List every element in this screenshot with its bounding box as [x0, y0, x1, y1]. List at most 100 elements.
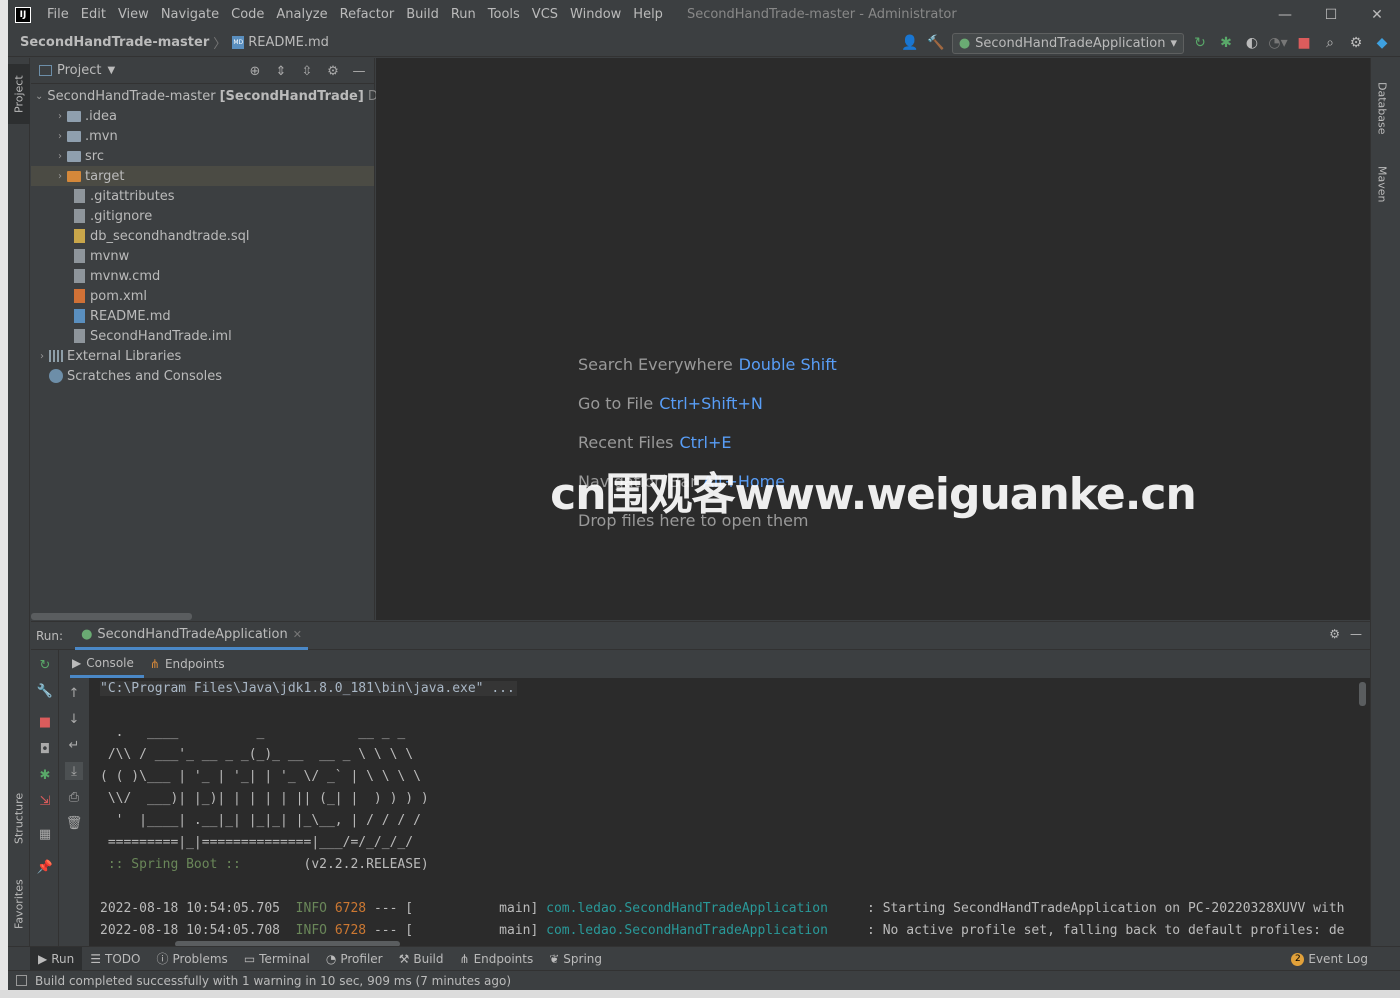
tree-folder-target[interactable]: › target — [31, 166, 374, 186]
close-icon[interactable]: ✕ — [293, 628, 302, 641]
pin-icon[interactable]: 📌 — [36, 858, 54, 876]
toolbox-icon[interactable]: ◆ — [1372, 33, 1392, 53]
settings-gear-icon[interactable]: ⚙ — [1329, 627, 1340, 641]
debug-icon[interactable]: ✱ — [36, 766, 54, 784]
arrow-down-icon[interactable]: ↓ — [65, 710, 83, 728]
build-hammer-icon[interactable]: 🔨 — [926, 33, 946, 53]
tree-file[interactable]: db_secondhandtrade.sql — [31, 226, 374, 246]
locate-icon[interactable]: ⊕ — [246, 62, 264, 80]
tree-file[interactable]: .gitignore — [31, 206, 374, 226]
menu-vcs[interactable]: VCS — [526, 0, 564, 29]
project-tool-tab[interactable]: Project — [8, 64, 30, 124]
camera-icon[interactable]: ◘ — [36, 740, 54, 758]
stop-icon[interactable]: ■ — [36, 713, 54, 731]
console-output[interactable]: "C:\Program Files\Java\jdk1.8.0_181\bin\… — [89, 678, 1370, 947]
arrow-up-icon[interactable]: ↑ — [65, 684, 83, 702]
menu-file[interactable]: File — [41, 0, 75, 29]
expand-all-icon[interactable]: ⇕ — [272, 62, 290, 80]
tree-folder-mvn[interactable]: › .mvn — [31, 126, 374, 146]
hide-panel-icon[interactable]: — — [1350, 627, 1362, 641]
exit-icon[interactable]: ⇲ — [36, 792, 54, 810]
menu-tools[interactable]: Tools — [482, 0, 526, 29]
menu-window[interactable]: Window — [564, 0, 627, 29]
chevron-right-icon[interactable]: › — [53, 171, 67, 182]
layout-icon[interactable]: ▦ — [36, 825, 54, 843]
breadcrumb-project[interactable]: SecondHandTrade-master — [20, 35, 209, 50]
menu-help[interactable]: Help — [627, 0, 669, 29]
structure-tool-tab[interactable]: Structure — [8, 778, 30, 858]
close-window-button[interactable]: ✕ — [1354, 0, 1400, 29]
minimize-button[interactable]: — — [1262, 0, 1308, 29]
tree-file[interactable]: .gitattributes — [31, 186, 374, 206]
tree-folder-src[interactable]: › src — [31, 146, 374, 166]
search-icon[interactable]: ⌕ — [1320, 33, 1340, 53]
rerun-icon[interactable]: ↻ — [1190, 33, 1210, 53]
chevron-right-icon[interactable]: › — [53, 111, 67, 122]
tab-console[interactable]: ▶ Console — [70, 650, 144, 678]
scratches-icon — [49, 369, 63, 383]
toolwindow-event-log[interactable]: 2 Event Log — [1291, 947, 1368, 971]
status-message[interactable]: Build completed successfully with 1 warn… — [35, 974, 511, 988]
tree-file[interactable]: pom.xml — [31, 286, 374, 306]
hide-panel-icon[interactable]: — — [350, 62, 368, 80]
tree-file[interactable]: mvnw.cmd — [31, 266, 374, 286]
toolwindow-spring[interactable]: ❦ Spring — [541, 947, 610, 971]
run-config-tab[interactable]: ● SecondHandTradeApplication ✕ — [75, 622, 308, 650]
menu-run[interactable]: Run — [445, 0, 482, 29]
menu-analyze[interactable]: Analyze — [270, 0, 333, 29]
tree-external-libraries[interactable]: › External Libraries — [31, 346, 374, 366]
tree-scratches[interactable]: Scratches and Consoles — [31, 366, 374, 386]
maximize-button[interactable]: ☐ — [1308, 0, 1354, 29]
profile-icon[interactable]: ◔▾ — [1268, 33, 1288, 53]
tree-file[interactable]: mvnw — [31, 246, 374, 266]
tab-endpoints[interactable]: ⋔ Endpoints — [148, 650, 235, 678]
chevron-down-icon[interactable]: ▼ — [107, 65, 115, 76]
run-configuration-select[interactable]: ● SecondHandTradeApplication ▾ — [951, 32, 1184, 54]
trash-icon[interactable]: 🗑 — [65, 814, 83, 832]
maven-tool-tab[interactable]: Maven — [1371, 154, 1393, 214]
print-icon[interactable]: ⎙ — [65, 788, 83, 806]
settings-gear-icon[interactable]: ⚙ — [324, 62, 342, 80]
tree-file[interactable]: README.md — [31, 306, 374, 326]
toolwindow-todo[interactable]: ☰ TODO — [82, 947, 148, 971]
chevron-right-icon[interactable]: › — [53, 131, 67, 142]
menu-build[interactable]: Build — [400, 0, 445, 29]
toolwindow-endpoints[interactable]: ⋔ Endpoints — [452, 947, 542, 971]
chevron-right-icon[interactable]: › — [53, 151, 67, 162]
project-view-title[interactable]: Project — [57, 63, 101, 78]
editor-empty-area[interactable]: Search Everywhere Double Shift Go to File… — [376, 58, 1370, 620]
rerun-icon[interactable]: ↻ — [36, 656, 54, 674]
vcs-user-icon[interactable]: 👤 — [900, 33, 920, 53]
run-configuration-label: SecondHandTradeApplication — [975, 35, 1166, 51]
scroll-to-end-icon[interactable]: ⤓ — [65, 762, 83, 780]
maven-file-icon — [74, 289, 85, 303]
toolwindow-problems[interactable]: ⓘ Problems — [148, 947, 235, 971]
breadcrumb-file[interactable]: README.md — [248, 35, 329, 50]
tree-root[interactable]: ⌄ SecondHandTrade-master [SecondHandTrad… — [31, 86, 387, 106]
toolwindow-terminal[interactable]: ▭ Terminal — [236, 947, 318, 971]
menu-navigate[interactable]: Navigate — [155, 0, 225, 29]
toolwindow-build[interactable]: ⚒ Build — [391, 947, 452, 971]
toolwindow-profiler[interactable]: ◔ Profiler — [318, 947, 391, 971]
menu-code[interactable]: Code — [225, 0, 270, 29]
wrench-icon[interactable]: 🔧 — [36, 682, 54, 700]
chevron-down-icon[interactable]: ⌄ — [35, 91, 43, 102]
tree-folder-idea[interactable]: › .idea — [31, 106, 374, 126]
soft-wrap-icon[interactable]: ↵ — [65, 736, 83, 754]
collapse-all-icon[interactable]: ⇳ — [298, 62, 316, 80]
menu-edit[interactable]: Edit — [75, 0, 112, 29]
stop-icon[interactable]: ■ — [1294, 33, 1314, 53]
coverage-icon[interactable]: ◐ — [1242, 33, 1262, 53]
vertical-scrollbar[interactable] — [1359, 682, 1366, 706]
menu-refactor[interactable]: Refactor — [334, 0, 401, 29]
database-tool-tab[interactable]: Database — [1371, 68, 1393, 148]
tree-file[interactable]: SecondHandTrade.iml — [31, 326, 374, 346]
debug-icon[interactable]: ✱ — [1216, 33, 1236, 53]
chevron-right-icon[interactable]: › — [35, 351, 49, 362]
menu-view[interactable]: View — [112, 0, 155, 29]
favorites-tool-tab[interactable]: Favorites — [8, 866, 30, 942]
horizontal-scrollbar[interactable] — [31, 613, 192, 620]
status-toggle-icon[interactable] — [16, 975, 27, 986]
settings-gear-icon[interactable]: ⚙ — [1346, 33, 1366, 53]
toolwindow-run[interactable]: ▶ Run — [30, 946, 83, 971]
